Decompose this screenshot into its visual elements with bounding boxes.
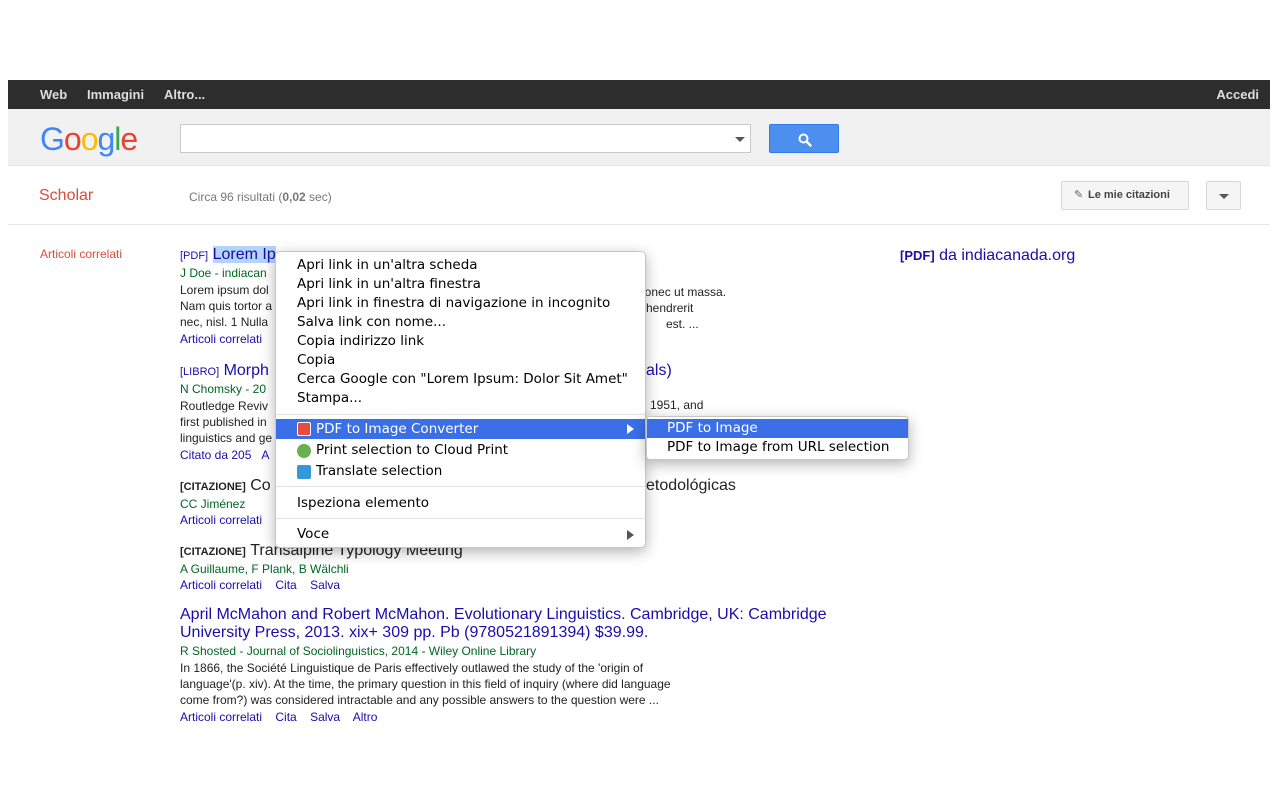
translate-icon xyxy=(297,465,311,479)
my-citations-label: Le mie citazioni xyxy=(1088,189,1170,201)
google-logo[interactable]: Google xyxy=(40,121,138,158)
menu-item-save-link[interactable]: Salva link con nome... xyxy=(297,313,446,332)
stats-suffix: sec) xyxy=(305,190,332,204)
menu-item-search-google[interactable]: Cerca Google con "Lorem Ipsum: Dolor Sit… xyxy=(297,370,628,389)
result-item: [CITAZIONE] Transalpine Typology Meeting… xyxy=(180,542,880,592)
result-type-tag: [PDF] xyxy=(180,250,209,262)
stats-time: 0,02 xyxy=(282,190,306,204)
scholar-row: Scholar Circa 96 risultati (0,02 sec) ✎ L… xyxy=(8,166,1270,225)
result-links: Articoli correlati Cita Salva Altro xyxy=(180,710,880,724)
result-item: April McMahon and Robert McMahon. Evolut… xyxy=(180,606,880,724)
result-authors: R Shosted - Journal of Sociolinguistics,… xyxy=(180,644,537,658)
result-title-right: etodológicas xyxy=(646,477,736,494)
more-link[interactable]: Altro xyxy=(353,710,378,724)
result-title-link[interactable]: Morph xyxy=(224,362,269,379)
snippet-line: est. ... xyxy=(666,317,699,331)
logo-letter: e xyxy=(120,121,138,157)
header: Google xyxy=(8,109,1270,166)
cite-link[interactable]: Cita xyxy=(275,710,296,724)
result-title-link[interactable]: Lorem Ip xyxy=(212,246,276,263)
menu-item-translate[interactable]: Translate selection xyxy=(316,462,442,481)
menu-separator xyxy=(276,414,645,415)
submenu-arrow-icon xyxy=(627,530,634,540)
snippet-line: In 1866, the Société Linguistique de Par… xyxy=(180,661,644,675)
sidebar-related-link[interactable]: Articoli correlati xyxy=(40,247,122,261)
nav-more[interactable]: Altro... xyxy=(164,87,205,102)
menu-item-open-tab[interactable]: Apri link in un'altra scheda xyxy=(297,256,478,275)
related-link[interactable]: Articoli correlati xyxy=(180,578,262,592)
logo-letter: o xyxy=(63,121,82,157)
pdf-converter-icon xyxy=(297,422,311,436)
submenu-item-pdf-to-image[interactable]: PDF to Image xyxy=(647,419,908,438)
result-links: Articoli correlati Cita Salva xyxy=(180,578,880,592)
save-link[interactable]: Salva xyxy=(310,578,340,592)
logo-letter: g xyxy=(97,121,115,157)
cloud-print-icon xyxy=(297,444,311,458)
snippet-line: Donec ut massa. xyxy=(636,285,727,299)
nav-web[interactable]: Web xyxy=(40,87,67,102)
context-menu: Apri link in un'altra scheda Apri link i… xyxy=(275,251,646,548)
menu-item-inspect[interactable]: Ispeziona elemento xyxy=(297,494,429,513)
nav-images[interactable]: Immagini xyxy=(87,87,144,102)
chevron-down-icon xyxy=(1219,194,1229,199)
page: Web Immagini Altro... Accedi Google Scho… xyxy=(0,0,1280,800)
related-link[interactable]: Articoli correlati xyxy=(180,332,262,346)
result-snippet: In 1866, the Société Linguistique de Par… xyxy=(180,660,720,708)
result-type-tag: [CITAZIONE] xyxy=(180,546,246,558)
menu-item-print[interactable]: Stampa... xyxy=(297,389,362,408)
result-type-tag: [LIBRO] xyxy=(180,366,220,378)
logo-letter: G xyxy=(40,121,65,157)
menu-item-copy-link[interactable]: Copia indirizzo link xyxy=(297,332,424,351)
side-pdf-text: da indiacanada.org xyxy=(939,247,1076,264)
snippet-line: 1951, and xyxy=(650,398,704,412)
result-title-link[interactable]: University Press, 2013. xix+ 309 pp. Pb … xyxy=(180,624,880,642)
menu-item-pdf-converter[interactable]: PDF to Image Converter xyxy=(276,419,645,439)
related-link[interactable]: Articoli correlati xyxy=(180,513,262,527)
stats-prefix: Circa 96 risultati ( xyxy=(189,190,283,204)
side-pdf-tag: [PDF] xyxy=(900,248,935,263)
cited-by-link[interactable]: Citato da 205 xyxy=(180,448,251,462)
submenu-arrow-icon xyxy=(627,424,634,434)
menu-item-label: PDF to Image Converter xyxy=(316,421,479,437)
top-nav-bar: Web Immagini Altro... Accedi xyxy=(8,80,1270,109)
search-button[interactable] xyxy=(769,124,839,153)
menu-item-copy[interactable]: Copia xyxy=(297,351,335,370)
cite-link[interactable]: Cita xyxy=(275,578,296,592)
my-citations-button[interactable]: ✎ Le mie citazioni xyxy=(1061,181,1189,210)
save-link[interactable]: Salva xyxy=(310,710,340,724)
snippet-line: come from?) was considered intractable a… xyxy=(180,693,659,707)
logo-letter: o xyxy=(80,121,99,157)
menu-separator xyxy=(276,486,645,487)
result-authors: A Guillaume, F Plank, B Wälchli xyxy=(180,562,349,576)
result-title-link[interactable]: April McMahon and Robert McMahon. Evolut… xyxy=(180,606,880,624)
side-pdf-link[interactable]: [PDF] da indiacanada.org xyxy=(900,247,1075,265)
related-link[interactable]: A xyxy=(261,448,269,462)
result-type-tag: [CITAZIONE] xyxy=(180,481,246,493)
related-link[interactable]: Articoli correlati xyxy=(180,710,262,724)
snippet-line: hendrerit xyxy=(646,301,694,315)
submenu-item-pdf-from-url[interactable]: PDF to Image from URL selection xyxy=(647,438,908,457)
magnifier-icon xyxy=(798,133,812,147)
options-menu-button[interactable] xyxy=(1206,181,1241,210)
menu-item-voice[interactable]: Voce xyxy=(297,525,329,544)
pencil-icon: ✎ xyxy=(1074,189,1084,201)
search-dropdown-icon[interactable] xyxy=(735,137,745,142)
pdf-converter-submenu: PDF to Image PDF to Image from URL selec… xyxy=(646,416,909,460)
result-snippet-right: Donec ut massa. hendrerit est. ... xyxy=(636,284,726,332)
menu-separator xyxy=(276,518,645,519)
signin-link[interactable]: Accedi xyxy=(1216,87,1259,102)
result-title: Co xyxy=(250,477,271,494)
result-stats: Circa 96 risultati (0,02 sec) xyxy=(189,190,332,204)
snippet-line: language'(p. xiv). At the time, the prim… xyxy=(180,677,671,691)
menu-item-open-window[interactable]: Apri link in un'altra finestra xyxy=(297,275,481,294)
search-input[interactable] xyxy=(180,124,751,153)
menu-item-cloud-print[interactable]: Print selection to Cloud Print xyxy=(316,441,508,460)
result-title-right[interactable]: als) xyxy=(646,362,672,380)
menu-item-open-incognito[interactable]: Apri link in finestra di navigazione in … xyxy=(297,294,610,313)
scholar-label[interactable]: Scholar xyxy=(39,187,93,205)
